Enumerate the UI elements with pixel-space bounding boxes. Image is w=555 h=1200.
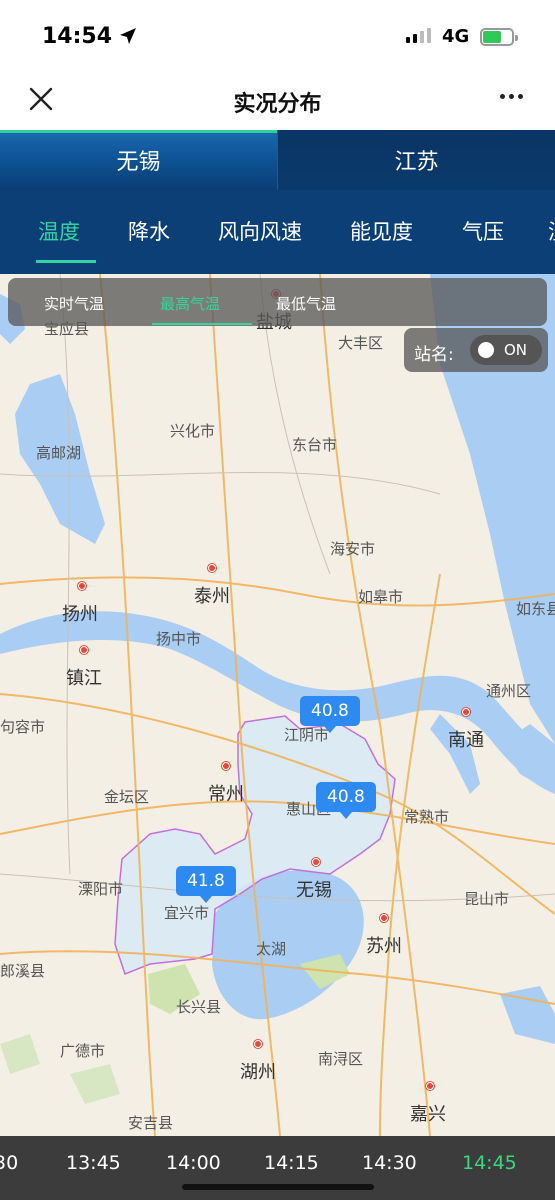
station-switch[interactable]: ON — [470, 335, 542, 365]
city-dot — [462, 708, 470, 716]
tab-humidity[interactable]: 湿 — [548, 216, 555, 246]
home-indicator — [182, 1184, 374, 1190]
time-label-selected[interactable]: 14:45 — [462, 1152, 517, 1174]
tab-visibility[interactable]: 能见度 — [350, 216, 413, 246]
city-label: 常熟市 — [404, 808, 450, 826]
temp-marker-wuxi[interactable]: 40.8 — [316, 782, 376, 819]
city-label: 句容市 — [0, 718, 46, 736]
city-dot — [222, 762, 230, 770]
city-label: 泰州 — [194, 586, 230, 607]
temp-marker-yixing[interactable]: 41.8 — [176, 866, 236, 903]
active-tab-underline — [36, 260, 96, 263]
city-label: 常州 — [208, 784, 244, 805]
city-dot — [254, 1040, 262, 1048]
city-dot — [426, 1082, 434, 1090]
city-label: 昆山市 — [464, 890, 510, 908]
battery-icon — [480, 28, 518, 46]
time-label[interactable]: 14:15 — [264, 1152, 319, 1174]
city-label: 大丰区 — [338, 334, 384, 352]
metric-tabs: 温度 降水 风向风速 能见度 气压 湿 — [0, 190, 555, 274]
city-label: 嘉兴 — [410, 1104, 446, 1125]
city-dot — [312, 858, 320, 866]
city-dot — [80, 646, 88, 654]
city-label: 兴化市 — [170, 422, 216, 440]
location-arrow-icon — [120, 28, 136, 44]
temperature-type-tabs: 实时气温 最高气温 最低气温 — [8, 278, 547, 326]
tab-max-temp[interactable]: 最高气温 — [160, 293, 220, 314]
city-label: 通州区 — [486, 682, 532, 700]
tab-wuxi[interactable]: 无锡 — [0, 130, 277, 190]
city-label: 郎溪县 — [0, 962, 46, 980]
city-label: 长兴县 — [176, 998, 222, 1016]
city-label: 金坛区 — [104, 788, 150, 806]
city-label: 扬州 — [62, 604, 98, 625]
time-label[interactable]: 13:45 — [66, 1152, 121, 1174]
switch-state: ON — [504, 341, 528, 359]
signal-icon — [406, 28, 431, 43]
time-slider[interactable]: 30 13:45 14:00 14:15 14:30 14:45 — [0, 1136, 555, 1200]
tab-temperature[interactable]: 温度 — [38, 216, 80, 246]
city-label: 安吉县 — [128, 1114, 174, 1132]
city-label: 无锡 — [296, 880, 332, 901]
station-name-toggle[interactable]: 站名: ON — [404, 328, 548, 372]
region-tabs: 无锡 江苏 — [0, 130, 555, 190]
temp-marker-jiangyin[interactable]: 40.8 — [300, 696, 360, 733]
time-label[interactable]: 14:30 — [362, 1152, 417, 1174]
switch-knob — [478, 342, 494, 358]
city-dot — [78, 582, 86, 590]
map-base — [0, 274, 555, 1136]
city-label: 东台市 — [292, 436, 338, 454]
city-label: 溧阳市 — [78, 880, 124, 898]
tab-realtime-temp[interactable]: 实时气温 — [44, 293, 104, 314]
tab-jiangsu[interactable]: 江苏 — [277, 130, 555, 190]
city-label: 苏州 — [366, 936, 402, 957]
tab-pressure[interactable]: 气压 — [462, 216, 504, 246]
city-label: 太湖 — [256, 940, 287, 958]
city-label: 海安市 — [330, 540, 376, 558]
station-name-label: 站名: — [414, 345, 454, 365]
more-icon[interactable] — [500, 94, 523, 99]
tab-min-temp[interactable]: 最低气温 — [276, 293, 336, 314]
sub-tab-underline — [152, 323, 252, 325]
city-dot — [208, 564, 216, 572]
city-label: 湖州 — [240, 1062, 276, 1083]
city-label: 如东县 — [516, 600, 555, 618]
city-dot — [380, 914, 388, 922]
status-bar: 14:54 4G — [0, 0, 555, 72]
city-label: 扬中市 — [156, 630, 202, 648]
status-time: 14:54 — [42, 24, 113, 49]
time-label[interactable]: 14:00 — [166, 1152, 221, 1174]
time-label[interactable]: 30 — [0, 1152, 18, 1174]
tab-wind[interactable]: 风向风速 — [218, 216, 302, 246]
city-label: 宜兴市 — [164, 904, 210, 922]
city-label: 高邮湖 — [36, 444, 82, 462]
city-label: 广德市 — [60, 1042, 106, 1060]
city-label: 南通 — [448, 730, 484, 751]
nav-bar: 实况分布 — [0, 72, 555, 130]
city-label: 如皋市 — [358, 588, 404, 606]
tab-precipitation[interactable]: 降水 — [128, 216, 170, 246]
map-view[interactable]: 宝应县 盐城 大丰区 高邮湖 兴化市 东台市 海安市 泰州 扬州 如皋市 如东县… — [0, 274, 555, 1136]
city-label: 镇江 — [66, 668, 102, 689]
city-label: 南浔区 — [318, 1050, 364, 1068]
network-type: 4G — [442, 26, 470, 47]
page-title: 实况分布 — [233, 92, 322, 117]
city-label: 江阴市 — [284, 726, 330, 744]
